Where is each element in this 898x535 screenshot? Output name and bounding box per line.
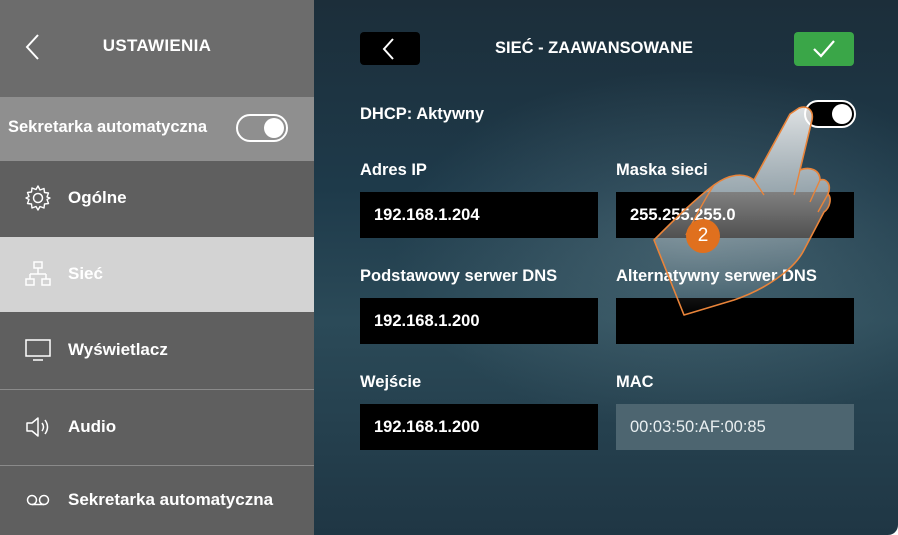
- subnet-mask-label: Maska sieci: [616, 161, 708, 179]
- checkmark-icon: [813, 40, 835, 58]
- main-panel: SIEĆ - ZAAWANSOWANE DHCP: Aktywny Adres …: [314, 0, 898, 535]
- monitor-icon: [25, 339, 51, 361]
- gateway-field[interactable]: 192.168.1.200: [360, 404, 598, 450]
- speaker-icon: [26, 417, 49, 437]
- device-screen: USTAWIENIA Sekretarka automatyczna Ogóln…: [0, 0, 898, 535]
- sidebar-item-label: Wyświetlacz: [68, 340, 168, 359]
- page-title: SIEĆ - ZAAWANSOWANE: [494, 39, 693, 57]
- sidebar-item-audio[interactable]: Audio: [0, 389, 314, 464]
- toggle-knob: [832, 104, 852, 124]
- alternate-dns-label: Alternatywny serwer DNS: [616, 267, 817, 285]
- sidebar-item-label: Audio: [68, 417, 117, 436]
- sidebar-item-label: Sekretarka automatyczna: [68, 490, 274, 509]
- back-icon[interactable]: [22, 32, 48, 62]
- network-icon: [25, 261, 51, 286]
- sidebar-item-network[interactable]: Sieć: [0, 237, 314, 312]
- sidebar-item-general[interactable]: Ogólne: [0, 161, 314, 236]
- back-button[interactable]: [360, 32, 420, 65]
- mac-label: MAC: [616, 373, 654, 391]
- primary-dns-field[interactable]: 192.168.1.200: [360, 298, 598, 344]
- sidebar-header: USTAWIENIA: [0, 0, 314, 97]
- dhcp-toggle[interactable]: [804, 100, 856, 128]
- answering-machine-row: Sekretarka automatyczna: [0, 97, 314, 161]
- sidebar-item-display[interactable]: Wyświetlacz: [0, 313, 314, 388]
- answering-machine-toggle[interactable]: [236, 114, 288, 142]
- confirm-button[interactable]: [794, 32, 854, 66]
- alternate-dns-field[interactable]: [616, 298, 854, 344]
- primary-dns-label: Podstawowy serwer DNS: [360, 267, 558, 285]
- toggle-knob: [264, 118, 284, 138]
- answering-machine-label: Sekretarka automatyczna: [8, 118, 208, 136]
- sidebar: USTAWIENIA Sekretarka automatyczna Ogóln…: [0, 0, 314, 535]
- sidebar-title: USTAWIENIA: [102, 36, 212, 55]
- subnet-mask-field[interactable]: 255.255.255.0: [616, 192, 854, 238]
- sidebar-item-label: Ogólne: [68, 188, 127, 207]
- ip-address-field[interactable]: 192.168.1.204: [360, 192, 598, 238]
- back-icon: [382, 38, 394, 60]
- ip-address-label: Adres IP: [360, 161, 427, 179]
- gateway-label: Wejście: [360, 373, 422, 391]
- sidebar-item-answering-machine[interactable]: Sekretarka automatyczna: [0, 465, 314, 535]
- voicemail-icon: [26, 494, 50, 506]
- mac-field: 00:03:50:AF:00:85: [616, 404, 854, 450]
- dhcp-label: DHCP: Aktywny: [360, 105, 485, 123]
- sidebar-item-label: Sieć: [68, 264, 103, 283]
- step-marker: 2: [686, 219, 720, 253]
- gear-icon: [25, 185, 51, 211]
